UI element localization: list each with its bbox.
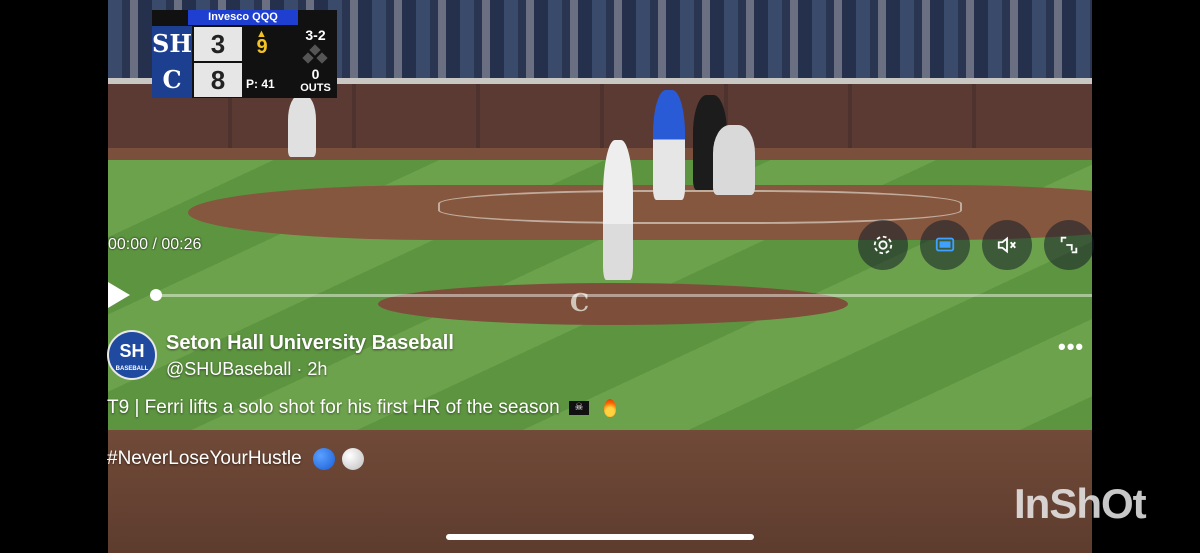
mute-icon [997,236,1016,254]
exit-fullscreen-button[interactable] [1044,220,1094,270]
avatar[interactable]: SH BASEBALL [107,330,157,380]
avatar-subtext: BASEBALL [115,366,149,372]
team1-logo: SH [152,26,192,62]
batter [653,90,685,200]
settings-button[interactable] [858,220,908,270]
outs-label: OUTS [300,82,331,94]
white-circle-icon [342,448,365,470]
mound-logo: C [570,288,590,317]
batters-box [438,190,962,224]
outs-value: 0 [311,66,320,82]
inshot-watermark: InShOt [1014,480,1147,527]
blue-circle-icon [312,448,335,470]
hashtag-line: #NeverLoseYourHustle [107,448,365,470]
hashtag-link[interactable]: #NeverLoseYourHustle [107,448,302,469]
ball-strike-count: 3-2 [305,27,326,43]
more-options-button[interactable]: ••• [1058,334,1084,360]
team2-score: 8 [194,63,242,97]
play-icon[interactable] [108,282,130,308]
account-handle[interactable]: @SHUBaseball · 2h [166,359,327,380]
exit-fullscreen-icon [1060,236,1078,254]
pirate-flag-icon: ☠ [568,400,589,415]
picture-in-picture-icon [935,237,955,252]
account-name[interactable]: Seton Hall University Baseball [166,332,454,355]
pitch-count: P: 41 [246,77,275,91]
progress-bar[interactable] [156,294,1092,297]
pitchers-mound [378,283,848,325]
fire-icon [604,398,617,417]
sponsor-label: Invesco QQQ [188,10,298,25]
tweet-text-line: T9 | Ferri lifts a solo shot for his fir… [107,397,617,419]
settings-icon [873,235,893,255]
catcher [713,125,755,195]
progress-handle[interactable] [150,289,162,301]
pitcher [603,140,633,280]
picture-in-picture-button[interactable] [920,220,970,270]
fielder [288,95,316,157]
bases-diamond-icon [302,44,328,68]
mute-button[interactable] [982,220,1032,270]
team2-logo: C [152,62,192,98]
avatar-initials: SH [119,341,145,361]
home-indicator[interactable] [446,534,754,540]
video-time: 00:00 / 00:26 [108,236,202,253]
tweet-text: T9 | Ferri lifts a solo shot for his fir… [107,397,560,418]
inning-number: 9 [256,36,268,58]
scorebug: Invesco QQQ SH C 3 8 ▲ 9 P: 41 3-2 0 OUT… [152,10,337,98]
team1-score: 3 [194,27,242,61]
